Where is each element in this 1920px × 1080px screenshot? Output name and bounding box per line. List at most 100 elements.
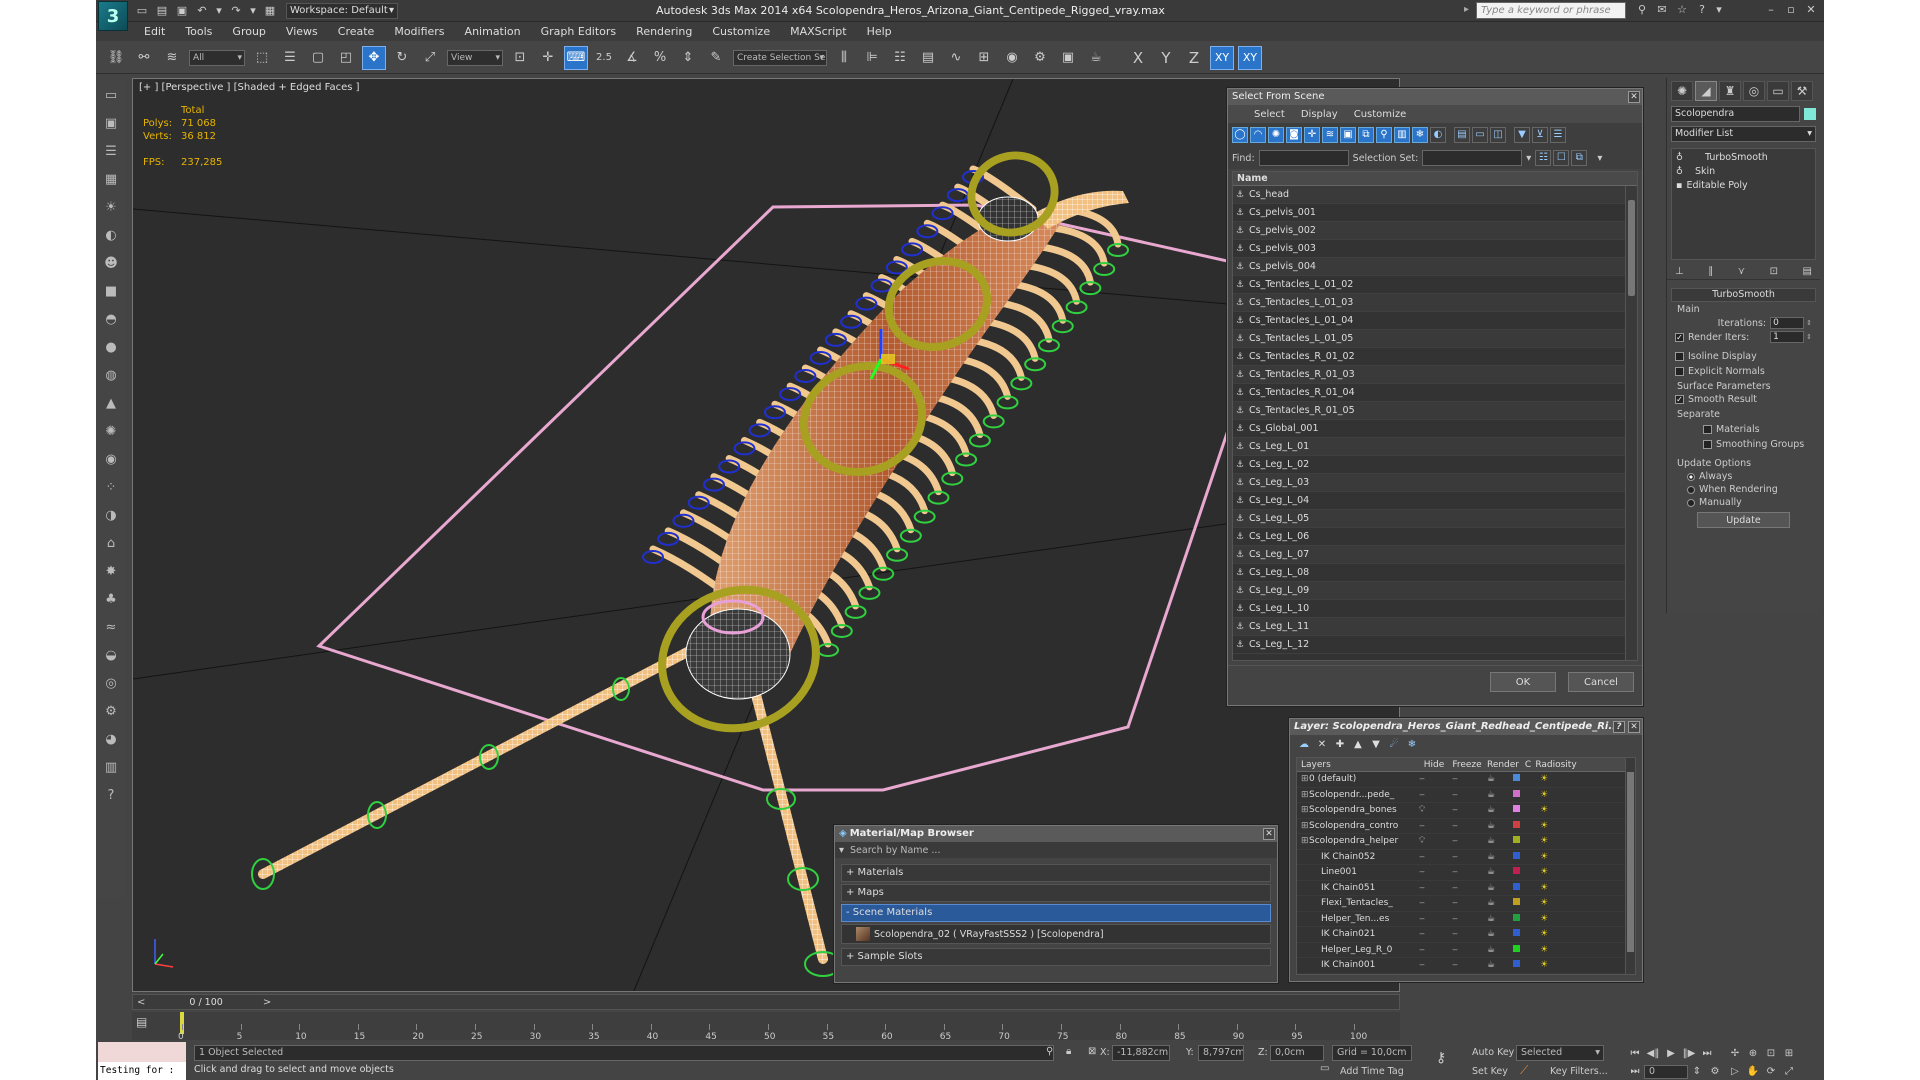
layer-row[interactable]: ⊞ Scolopendra_contro ‒ ‒ ☕︎ ☀︎ (1297, 819, 1635, 834)
add-time-tag[interactable]: Add Time Tag (1340, 1066, 1404, 1077)
layer-color-swatch[interactable] (1509, 789, 1523, 800)
freeze-toggle-icon[interactable]: ‒ (1437, 867, 1473, 877)
time-configuration-icon[interactable]: ⚙ (1707, 1064, 1723, 1080)
freeze-toggle-icon[interactable]: ‒ (1437, 960, 1473, 970)
layer-color-swatch[interactable] (1509, 805, 1523, 815)
auto-key-button[interactable]: Auto Key (1472, 1047, 1514, 1058)
select-object-icon[interactable]: ⬚ (250, 46, 274, 70)
isolate-selection-icon[interactable]: ⚲ (1046, 1046, 1053, 1057)
render-teapot-icon[interactable]: ☕︎ (1473, 945, 1509, 955)
radiosity-icon[interactable]: ☀︎ (1523, 960, 1565, 970)
render-teapot-icon[interactable]: ☕︎ (1473, 774, 1509, 784)
object-name-field[interactable]: Scolopendra (1671, 106, 1801, 122)
layer-row[interactable]: IK Chain052 ‒ ‒ ☕︎ ☀︎ (1297, 850, 1635, 865)
freeze-toggle-icon[interactable]: ‒ (1437, 836, 1473, 846)
hide-toggle-icon[interactable]: 💡︎ (1407, 836, 1437, 846)
utilities-tab-icon[interactable]: ⚒ (1791, 81, 1813, 101)
material-editor-icon[interactable]: ◉ (1000, 46, 1024, 70)
render-teapot-icon[interactable]: ☕︎ (1473, 852, 1509, 862)
plant-icon[interactable]: ♣ (100, 588, 122, 610)
scene-object-row[interactable]: ⚓ Cs_Tentacles_R_01_04 (1233, 384, 1629, 402)
rendered-frame-window-icon[interactable]: ▣ (1056, 46, 1080, 70)
stack-item-turbosmooth[interactable]: ♁ TurboSmooth (1676, 151, 1811, 165)
freeze-toggle-icon[interactable]: ‒ (1437, 898, 1473, 908)
percent-snap-icon[interactable]: % (648, 46, 672, 70)
reference-coordinate-dropdown[interactable]: View ▾ (447, 49, 503, 66)
radiosity-icon[interactable]: ☀︎ (1523, 836, 1565, 846)
select-all-icon[interactable]: ☷ (1535, 150, 1552, 166)
edit-named-selection-icon[interactable]: ✎ (704, 46, 728, 70)
list-icon[interactable]: ☰ (100, 140, 122, 162)
display-icon[interactable]: ◕ (100, 728, 122, 750)
scrollbar-thumb[interactable] (1627, 772, 1634, 952)
layer-color-swatch[interactable] (1509, 820, 1523, 831)
hide-toggle-icon[interactable]: ‒ (1407, 774, 1437, 784)
dropdown-arrow-icon[interactable]: ▾ (215, 4, 223, 18)
radiosity-icon[interactable]: ☀︎ (1523, 898, 1565, 908)
layer-color-swatch[interactable] (1509, 836, 1523, 846)
zoom-all-icon[interactable]: ⊕ (1745, 1046, 1761, 1062)
hair-icon[interactable]: ≈ (100, 616, 122, 638)
window-crossing-icon[interactable]: ◰ (334, 46, 358, 70)
scene-object-row[interactable]: ⚓ Cs_Leg_L_02 (1233, 456, 1629, 474)
scrollbar-thumb[interactable] (1628, 200, 1635, 296)
menu-maxscript[interactable]: MAXScript (790, 25, 846, 38)
render-teapot-icon[interactable]: ☕︎ (1473, 867, 1509, 877)
radiosity-icon[interactable]: ☀︎ (1523, 914, 1565, 924)
people-icon[interactable]: ☻ (100, 252, 122, 274)
display-helpers-icon[interactable]: ✛ (1304, 127, 1320, 143)
pivot-center-icon[interactable]: ⊡ (508, 46, 532, 70)
dropdown-arrow-icon[interactable]: ▾ (1715, 3, 1723, 17)
radiosity-icon[interactable]: ☀︎ (1523, 852, 1565, 862)
layer-row[interactable]: ⊞ Scolopendra_bones 💡︎ ‒ ☕︎ ☀︎ (1297, 803, 1635, 819)
next-frame-arrow-icon[interactable]: > (263, 997, 271, 1008)
render-teapot-icon[interactable]: ☕︎ (1473, 898, 1509, 908)
display-lights-icon[interactable]: ✺ (1268, 127, 1284, 143)
camera-icon[interactable]: ◐ (100, 224, 122, 246)
scene-object-row[interactable]: ⚓ Cs_Tentacles_R_01_05 (1233, 402, 1629, 420)
display-all-icon[interactable]: ▤ (1454, 127, 1470, 143)
freeze-toggle-icon[interactable]: ‒ (1437, 852, 1473, 862)
scene-object-row[interactable]: ⚓ Cs_Leg_L_04 (1233, 492, 1629, 510)
layer-color-swatch[interactable] (1509, 882, 1523, 893)
render-production-icon[interactable]: ☕ (1084, 46, 1108, 70)
scene-object-row[interactable]: ⚓ Cs_Tentacles_L_01_05 (1233, 330, 1629, 348)
helper-icon[interactable]: ⌂ (100, 532, 122, 554)
sort-icon[interactable]: ☰ (1550, 127, 1566, 143)
render-teapot-icon[interactable]: ☕︎ (1473, 929, 1509, 939)
layer-row[interactable]: Helper_Leg_R_0 ‒ ‒ ☕︎ ☀︎ (1297, 943, 1635, 958)
expand-icon[interactable]: ⊞ (1297, 836, 1309, 846)
track-bar[interactable]: ▤ 0 5 10 15 20 25 30 35 40 45 50 55 60 65 70 75 80 85 90 95… (132, 1012, 1400, 1042)
viewport-label[interactable]: [+ ] [Perspective ] [Shaded + Edged Face… (139, 82, 360, 93)
scene-object-row[interactable]: ⚓ Cs_Leg_L_05 (1233, 510, 1629, 528)
scene-object-row[interactable]: ⚓ Cs_head (1233, 186, 1629, 204)
layer-color-swatch[interactable] (1509, 929, 1523, 939)
scene-object-row[interactable]: ⚓ Cs_Leg_L_06 (1233, 528, 1629, 546)
layer-row[interactable]: Line001 ‒ ‒ ☕︎ ☀︎ (1297, 865, 1635, 881)
geosphere-icon[interactable]: ◉ (100, 448, 122, 470)
show-end-result-icon[interactable]: ∥ (1708, 266, 1713, 277)
selection-set-dropdown[interactable] (1422, 150, 1523, 166)
axis-y-button[interactable]: Y (1154, 46, 1178, 70)
scene-material-item[interactable]: Scolopendra_02 ( VRayFastSSS2 ) [Scolope… (874, 929, 1104, 940)
ok-button[interactable]: OK (1490, 672, 1556, 692)
maxscript-listener-input[interactable]: Testing for : (98, 1062, 186, 1080)
prev-frame-arrow-icon[interactable]: < (137, 997, 145, 1008)
stack-item-skin[interactable]: ♁ Skin (1676, 165, 1811, 179)
render-setup-icon[interactable]: ⚙ (1028, 46, 1052, 70)
scene-object-row[interactable]: ⚓ Cs_pelvis_003 (1233, 240, 1629, 258)
hemisphere-icon[interactable]: ◓ (100, 308, 122, 330)
current-frame-field[interactable]: 0 (1644, 1065, 1688, 1079)
render-icon[interactable]: ▣ (100, 112, 122, 134)
hide-toggle-icon[interactable]: ‒ (1407, 883, 1437, 893)
select-menu[interactable]: Select (1254, 109, 1285, 120)
render-teapot-icon[interactable]: ☕︎ (1473, 836, 1509, 846)
display-xrefs-icon[interactable]: ⧉ (1358, 127, 1374, 143)
material-browser-title-bar[interactable]: ◈ Material/Map Browser ✕ (835, 826, 1277, 842)
pan-view-icon[interactable]: ✋ (1745, 1064, 1761, 1080)
render-teapot-icon[interactable]: ☕︎ (1473, 790, 1509, 800)
scene-object-row[interactable]: ⚓ Cs_Tentacles_L_01_03 (1233, 294, 1629, 312)
material-search-input[interactable]: Search by Name ... (850, 845, 940, 856)
hide-toggle-icon[interactable]: ‒ (1407, 914, 1437, 924)
scene-object-row[interactable]: ⚓ Cs_Leg_L_09 (1233, 582, 1629, 600)
